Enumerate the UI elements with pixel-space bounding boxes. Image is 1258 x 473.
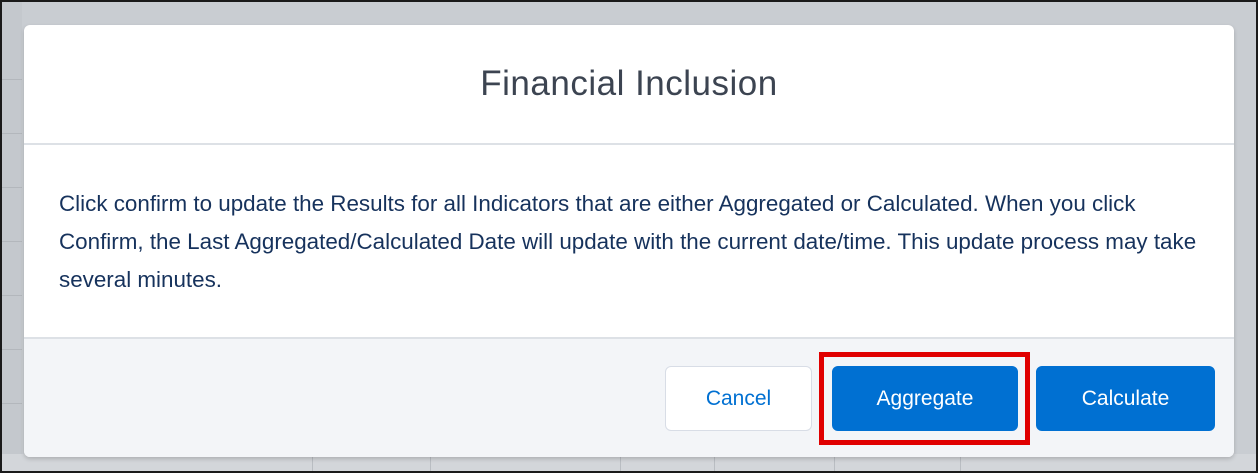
confirm-modal: Financial Inclusion Click confirm to upd… [24, 25, 1234, 457]
aggregate-button[interactable]: Aggregate [832, 366, 1018, 431]
modal-header: Financial Inclusion [24, 25, 1234, 145]
calculate-button[interactable]: Calculate [1036, 366, 1215, 431]
modal-title: Financial Inclusion [480, 64, 778, 103]
backdrop-left-edge [2, 2, 22, 471]
cancel-button[interactable]: Cancel [665, 366, 812, 431]
modal-message: Click confirm to update the Results for … [59, 191, 1197, 292]
modal-footer: Cancel Aggregate Calculate [24, 337, 1234, 457]
modal-body: Click confirm to update the Results for … [24, 145, 1234, 337]
